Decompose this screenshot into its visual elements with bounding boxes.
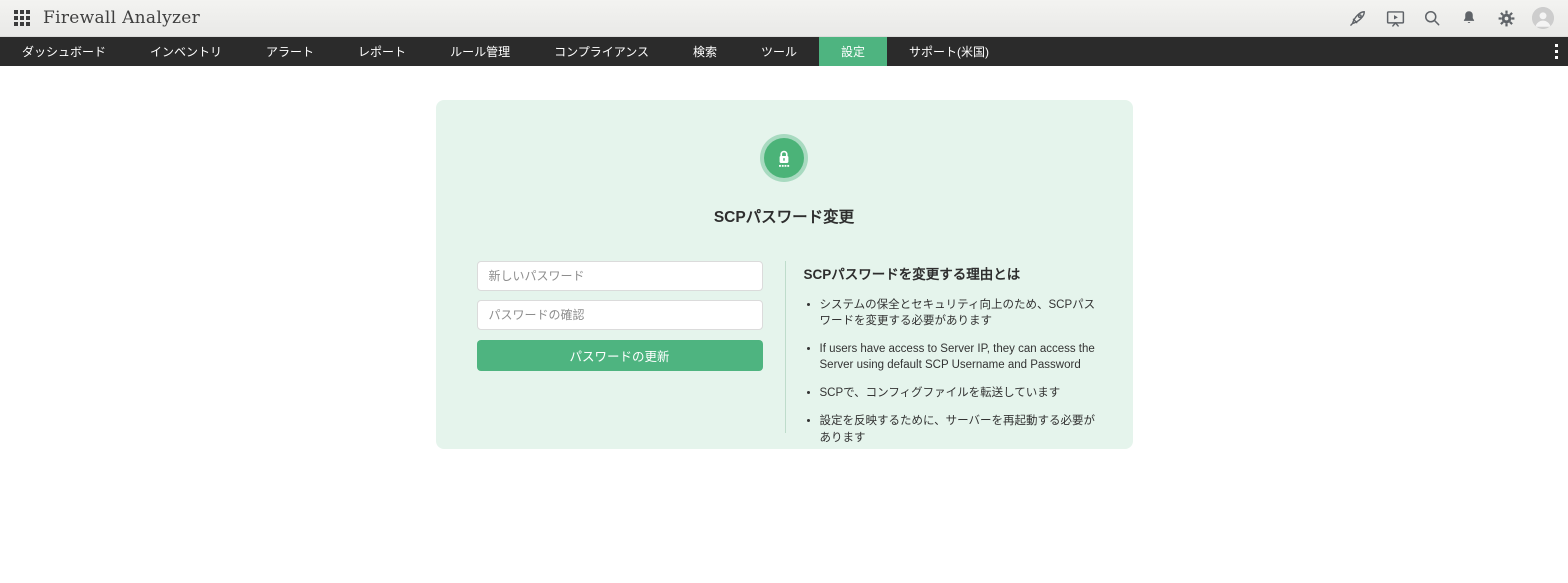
apps-grid-icon[interactable] bbox=[14, 10, 30, 26]
scp-password-card: SCPパスワード変更 パスワードの更新 SCPパスワードを変更する理由とは シス… bbox=[435, 100, 1133, 449]
nav-item-tools[interactable]: ツール bbox=[739, 37, 819, 66]
presentation-icon[interactable] bbox=[1384, 7, 1406, 29]
nav-item-reports[interactable]: レポート bbox=[336, 37, 428, 66]
confirm-password-input[interactable] bbox=[476, 300, 763, 330]
info-bullet: SCPで、コンフィグファイルを転送しています bbox=[820, 385, 1098, 401]
bell-icon[interactable] bbox=[1458, 7, 1480, 29]
update-password-button[interactable]: パスワードの更新 bbox=[476, 340, 763, 371]
header-icon-row bbox=[1347, 7, 1558, 29]
rocket-icon[interactable] bbox=[1347, 7, 1369, 29]
main-nav: ダッシュボード インベントリ アラート レポート ルール管理 コンプライアンス … bbox=[0, 37, 1568, 66]
nav-item-inventory[interactable]: インベントリ bbox=[128, 37, 244, 66]
gear-icon[interactable] bbox=[1495, 7, 1517, 29]
info-bullet: システムの保全とセキュリティ向上のため、SCPパスワードを変更する必要があります bbox=[820, 297, 1098, 329]
nav-item-rule-mgmt[interactable]: ルール管理 bbox=[428, 37, 532, 66]
kebab-menu-icon[interactable] bbox=[1551, 37, 1562, 66]
nav-item-dashboard[interactable]: ダッシュボード bbox=[0, 37, 128, 66]
app-title: Firewall Analyzer bbox=[43, 8, 201, 28]
page-title: SCPパスワード変更 bbox=[713, 209, 855, 226]
nav-item-alerts[interactable]: アラート bbox=[244, 37, 336, 66]
password-lock-icon bbox=[764, 138, 804, 178]
info-bullet: If users have access to Server IP, they … bbox=[820, 341, 1098, 373]
new-password-input[interactable] bbox=[476, 261, 763, 291]
nav-item-support[interactable]: サポート(米国) bbox=[887, 37, 1011, 66]
info-panel: SCPパスワードを変更する理由とは システムの保全とセキュリティ向上のため、SC… bbox=[786, 261, 1098, 458]
info-heading: SCPパスワードを変更する理由とは bbox=[803, 267, 1021, 282]
card-body: パスワードの更新 SCPパスワードを変更する理由とは システムの保全とセキュリテ… bbox=[436, 261, 1133, 458]
info-bullet: 設定を反映するために、サーバーを再起動する必要があります bbox=[820, 413, 1098, 445]
search-icon[interactable] bbox=[1421, 7, 1443, 29]
info-bullet-list: システムの保全とセキュリティ向上のため、SCPパスワードを変更する必要があります… bbox=[804, 297, 1098, 446]
nav-item-settings[interactable]: 設定 bbox=[819, 37, 888, 66]
user-avatar[interactable] bbox=[1532, 7, 1554, 29]
nav-item-compliance[interactable]: コンプライアンス bbox=[532, 37, 671, 66]
nav-item-search[interactable]: 検索 bbox=[671, 37, 739, 66]
app-header: Firewall Analyzer bbox=[0, 0, 1568, 37]
password-form: パスワードの更新 bbox=[476, 261, 763, 371]
main-content: SCPパスワード変更 パスワードの更新 SCPパスワードを変更する理由とは シス… bbox=[0, 100, 1568, 583]
